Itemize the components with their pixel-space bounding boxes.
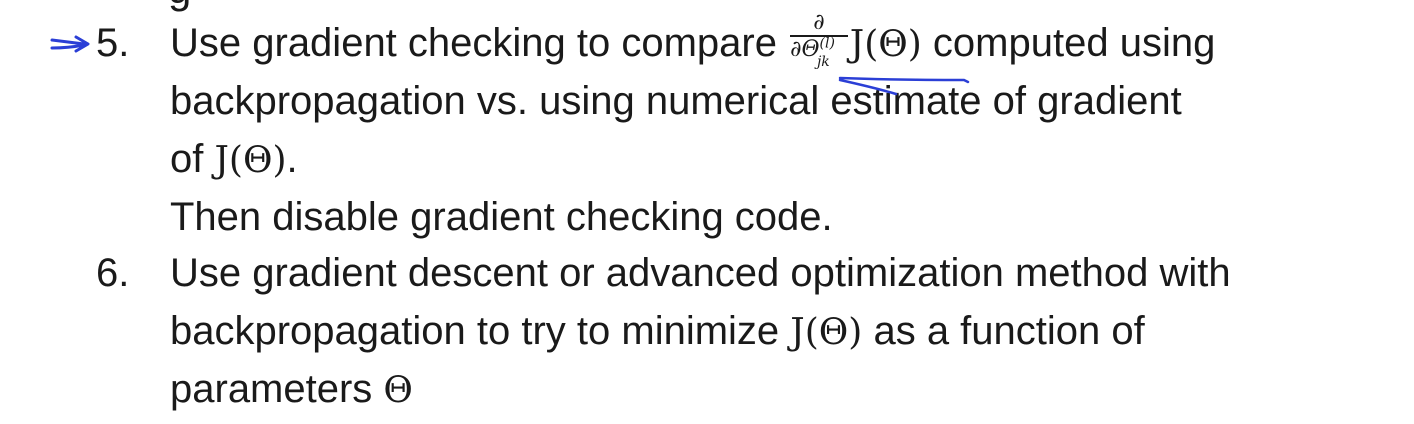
- partial-derivative: ∂ ∂Θ(l)jk: [790, 11, 848, 69]
- text-line: backpropagation vs. using numerical esti…: [170, 79, 1182, 123]
- hand-drawn-underline-icon: [838, 76, 970, 96]
- slide: g 5. Use gradient checking to compare ∂∂…: [0, 0, 1414, 424]
- text-line: backpropagation to try to minimize J(Θ) …: [170, 309, 1145, 353]
- math-expression: J(Θ): [214, 140, 287, 181]
- math-expression: Θ: [383, 370, 413, 411]
- text-line: Then disable gradient checking code.: [170, 195, 833, 239]
- list-number: 5.: [96, 21, 130, 65]
- hand-drawn-arrow-icon: [50, 35, 90, 53]
- text-line: of J(Θ).: [170, 137, 298, 181]
- text-line: parameters Θ: [170, 367, 413, 411]
- text-line: Use gradient descent or advanced optimiz…: [170, 251, 1231, 295]
- text-line: Use gradient checking to compare ∂ ∂Θ(l)j…: [170, 10, 1216, 70]
- math-expression: J(Θ): [849, 24, 922, 65]
- cut-off-heading: g: [168, 0, 191, 10]
- list-number: 6.: [96, 251, 130, 295]
- math-expression: J(Θ): [790, 312, 863, 353]
